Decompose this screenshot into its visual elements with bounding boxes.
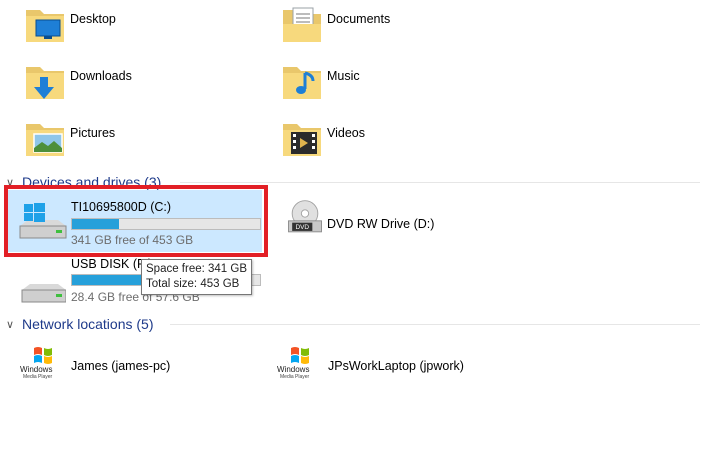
network-item-label: JPsWorkLaptop (jpwork) bbox=[328, 359, 464, 373]
network-header-label: Network locations (5) bbox=[22, 316, 154, 332]
windows-flag-icon bbox=[291, 347, 309, 364]
section-divider bbox=[170, 324, 700, 325]
network-item-james[interactable]: Windows Media Player James (james-pc) bbox=[20, 345, 240, 385]
pictures-folder-icon bbox=[26, 124, 64, 156]
folder-label: Music bbox=[327, 69, 360, 83]
downloads-folder-icon bbox=[26, 67, 64, 99]
drive-name: DVD RW Drive (D:) bbox=[327, 217, 435, 231]
chevron-down-icon: ∨ bbox=[6, 318, 15, 331]
icon-caption: Media Player bbox=[23, 374, 53, 380]
network-item-label: James (james-pc) bbox=[71, 359, 171, 373]
section-divider bbox=[180, 182, 700, 183]
folder-label: Downloads bbox=[70, 69, 132, 83]
network-item-jpswork[interactable]: Windows Media Player JPsWorkLaptop (jpwo… bbox=[277, 345, 517, 385]
drive-tooltip: Space free: 341 GB Total size: 453 GB bbox=[141, 259, 253, 295]
folder-videos[interactable]: Videos bbox=[279, 116, 479, 168]
windows-media-player-icon: Windows Media Player bbox=[277, 345, 321, 383]
tooltip-space-free: Space free: 341 GB bbox=[146, 263, 248, 275]
documents-folder-icon bbox=[283, 7, 321, 42]
folder-label: Desktop bbox=[70, 12, 116, 26]
folder-downloads[interactable]: Downloads bbox=[22, 59, 222, 111]
folder-label: Pictures bbox=[70, 126, 116, 140]
folder-desktop[interactable]: Desktop bbox=[22, 2, 222, 54]
videos-folder-icon bbox=[283, 124, 321, 156]
icon-caption: Windows bbox=[277, 365, 310, 374]
folder-pictures[interactable]: Pictures bbox=[22, 116, 222, 168]
dvd-drive-icon: DVD bbox=[288, 200, 322, 233]
drive-d[interactable]: DVD DVD RW Drive (D:) bbox=[283, 195, 503, 251]
folder-label: Videos bbox=[327, 126, 365, 140]
network-section-header[interactable]: ∨ Network locations (5) bbox=[6, 314, 154, 334]
tooltip-total-size: Total size: 453 GB bbox=[146, 278, 240, 290]
usb-drive-icon bbox=[21, 284, 66, 303]
desktop-folder-icon bbox=[26, 10, 64, 42]
svg-text:DVD: DVD bbox=[295, 224, 309, 231]
icon-caption: Windows bbox=[20, 365, 53, 374]
windows-flag-icon bbox=[34, 347, 52, 364]
windows-media-player-icon: Windows Media Player bbox=[20, 345, 64, 383]
red-highlight-box bbox=[4, 185, 268, 257]
folder-music[interactable]: Music bbox=[279, 59, 479, 111]
icon-caption: Media Player bbox=[280, 374, 310, 380]
music-folder-icon bbox=[283, 67, 321, 99]
folder-label: Documents bbox=[327, 12, 391, 26]
folder-documents[interactable]: Documents bbox=[279, 2, 479, 54]
